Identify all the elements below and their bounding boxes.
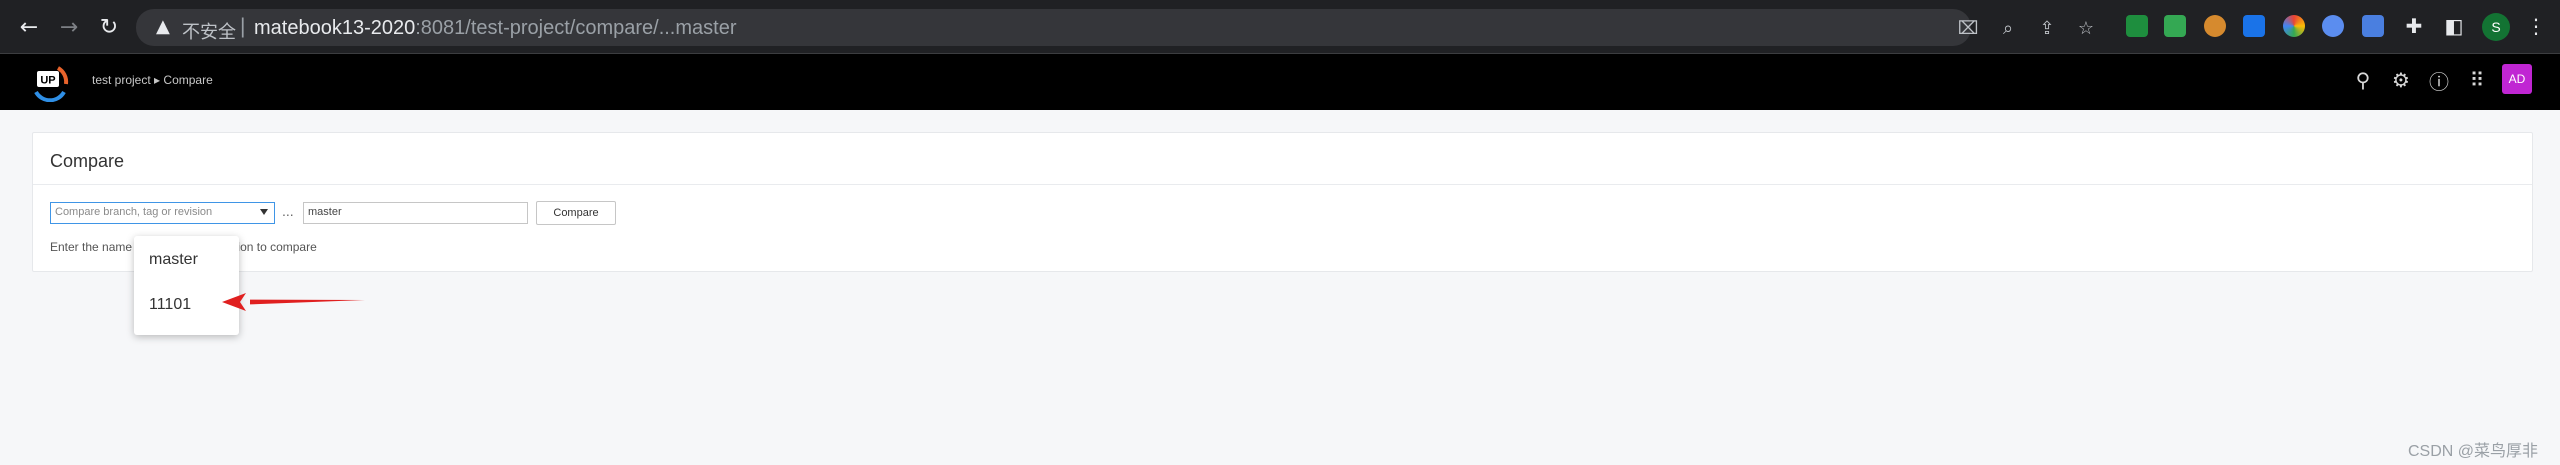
back-arrow-icon[interactable]: ← (14, 12, 44, 42)
watermark: CSDN @菜鸟厚非 (2408, 443, 2539, 460)
help-text-start: Enter the name (50, 240, 133, 254)
dropdown-option-11101[interactable]: 11101 (149, 296, 191, 314)
extension-outlook-icon[interactable] (2243, 15, 2265, 37)
insecure-label[interactable]: 不安全 (182, 18, 236, 44)
translate-icon[interactable]: ⌧ (1956, 16, 1980, 40)
reload-icon[interactable]: ↻ (94, 12, 124, 42)
breadcrumb-current: Compare (163, 73, 213, 87)
settings-icon[interactable]: ⚙ (2388, 67, 2414, 93)
breadcrumb-separator: ▸ (154, 73, 161, 87)
breadcrumb: test project ▸ Compare (92, 73, 213, 87)
url-path: :8081/test-project/compare/...master (415, 17, 737, 39)
profile-avatar[interactable]: S (2482, 13, 2510, 41)
forward-arrow-icon[interactable]: → (54, 12, 84, 42)
branch-dropdown: master 11101 (134, 236, 239, 335)
annotation-arrow-icon (222, 293, 365, 311)
extension-green-icon[interactable] (2164, 15, 2186, 37)
address-bar[interactable]: ▲ 不安全 | matebook13-2020:8081/test-projec… (136, 9, 2094, 46)
extensions-puzzle-icon[interactable]: ✚ (2402, 14, 2426, 38)
compare-target-input[interactable]: master (303, 202, 528, 224)
breadcrumb-project[interactable]: test project (92, 73, 151, 87)
dropdown-option-master[interactable]: master (149, 251, 198, 269)
target-value: master (308, 206, 342, 218)
bookmark-star-icon[interactable]: ☆ (2074, 16, 2098, 40)
logo-text: UP (40, 75, 55, 87)
extension-cookie-icon[interactable] (2204, 15, 2226, 37)
page-title: Compare (50, 151, 125, 171)
range-separator: ... (282, 203, 294, 219)
address-url[interactable]: matebook13-2020:8081/test-project/compar… (254, 17, 736, 40)
zoom-icon[interactable]: ⌕ (1996, 16, 2020, 40)
extension-chrome-icon[interactable] (2283, 15, 2305, 37)
select-placeholder: Compare branch, tag or revision (55, 206, 213, 218)
app-header (0, 54, 2560, 110)
help-icon[interactable]: ⓘ (2426, 67, 2452, 94)
share-icon[interactable]: ⇪ (2035, 16, 2059, 40)
compare-source-select[interactable]: Compare branch, tag or revision (50, 202, 275, 224)
compare-button[interactable]: Compare (536, 201, 616, 225)
extension-translate-icon[interactable] (2362, 15, 2384, 37)
extension-sheets-icon[interactable] (2126, 15, 2148, 37)
search-icon[interactable]: ⚲ (2350, 67, 2376, 93)
browser-menu-icon[interactable]: ⋮ (2524, 14, 2548, 38)
caret-down-icon[interactable] (260, 209, 268, 215)
url-host: matebook13-2020 (254, 17, 416, 39)
address-separator: | (240, 15, 246, 38)
side-panel-icon[interactable]: ◧ (2442, 14, 2466, 38)
extension-firefox-icon[interactable] (2322, 15, 2344, 37)
compare-panel: Compare Compare branch, tag or revision … (32, 132, 2533, 272)
warning-icon[interactable]: ▲ (156, 16, 170, 37)
user-avatar[interactable]: AD (2502, 64, 2532, 94)
apps-grid-icon[interactable]: ⠿ (2464, 67, 2490, 93)
browser-toolbar: ← → ↻ ▲ 不安全 | matebook13-2020:8081/test-… (0, 0, 2560, 54)
panel-divider (33, 184, 2532, 185)
app-logo-icon[interactable]: UP (30, 62, 70, 102)
